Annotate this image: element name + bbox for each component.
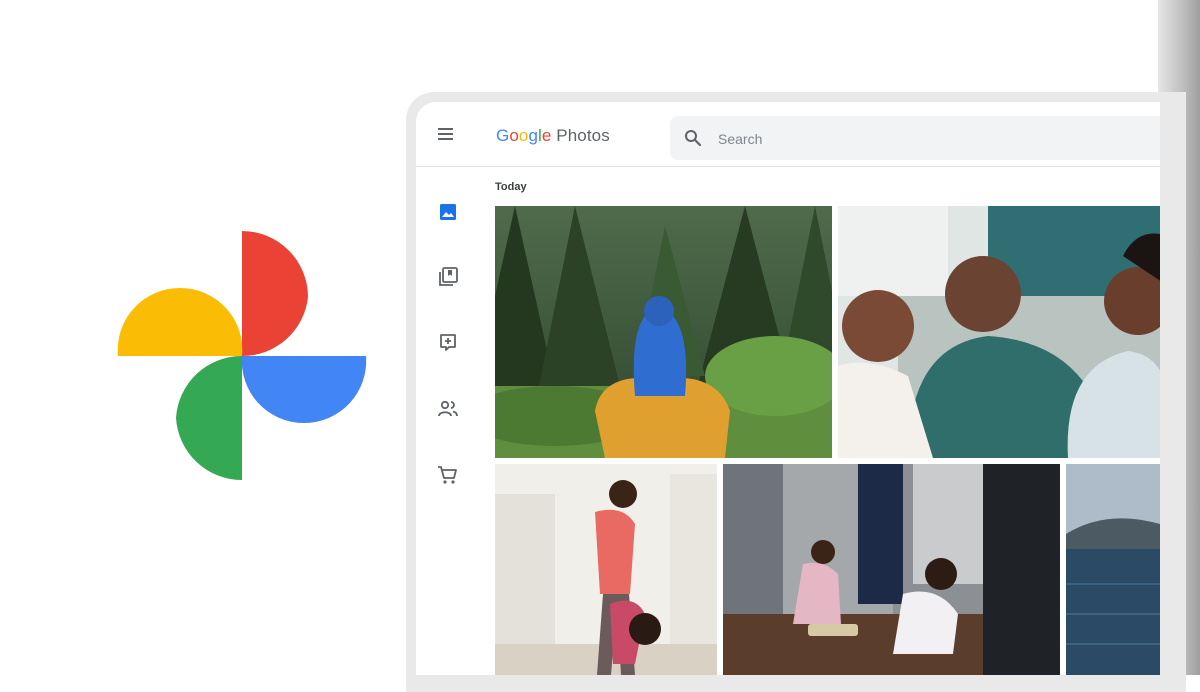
date-section-heading: Today bbox=[495, 181, 527, 193]
google-photos-logo bbox=[117, 231, 367, 481]
hamburger-menu-icon[interactable] bbox=[434, 124, 456, 144]
top-app-bar: Google Photos bbox=[416, 102, 1160, 167]
photo-thumbnail[interactable] bbox=[495, 464, 717, 675]
google-photos-window: Google Photos Search Today bbox=[416, 102, 1160, 675]
for-you-icon[interactable] bbox=[436, 331, 460, 355]
photos-icon[interactable] bbox=[436, 200, 460, 224]
photo-thumbnail[interactable] bbox=[838, 206, 1160, 458]
brand-product-name: Photos bbox=[556, 126, 610, 145]
brand-letter: o bbox=[509, 126, 519, 145]
search-input[interactable] bbox=[716, 128, 1140, 150]
google-photos-wordmark[interactable]: Google Photos bbox=[496, 126, 610, 146]
brand-letter: g bbox=[528, 126, 539, 145]
side-navigation bbox=[416, 166, 480, 675]
albums-icon[interactable] bbox=[436, 265, 460, 289]
family-photo-image bbox=[838, 206, 1160, 458]
search-bar[interactable] bbox=[670, 116, 1160, 160]
brand-letter: e bbox=[541, 126, 552, 145]
sharing-icon[interactable] bbox=[436, 397, 460, 421]
print-store-icon[interactable] bbox=[436, 463, 460, 487]
photo-thumbnail[interactable] bbox=[495, 206, 832, 458]
forest-photo-image bbox=[495, 206, 832, 458]
photo-thumbnail[interactable] bbox=[1066, 464, 1160, 675]
photo-thumbnail[interactable] bbox=[723, 464, 1060, 675]
kitchen-kids-photo-image bbox=[723, 464, 1060, 675]
lake-photo-image bbox=[1066, 464, 1160, 675]
brand-letter: G bbox=[496, 126, 510, 145]
search-icon[interactable] bbox=[684, 129, 702, 147]
mother-daughter-photo-image bbox=[495, 464, 717, 675]
